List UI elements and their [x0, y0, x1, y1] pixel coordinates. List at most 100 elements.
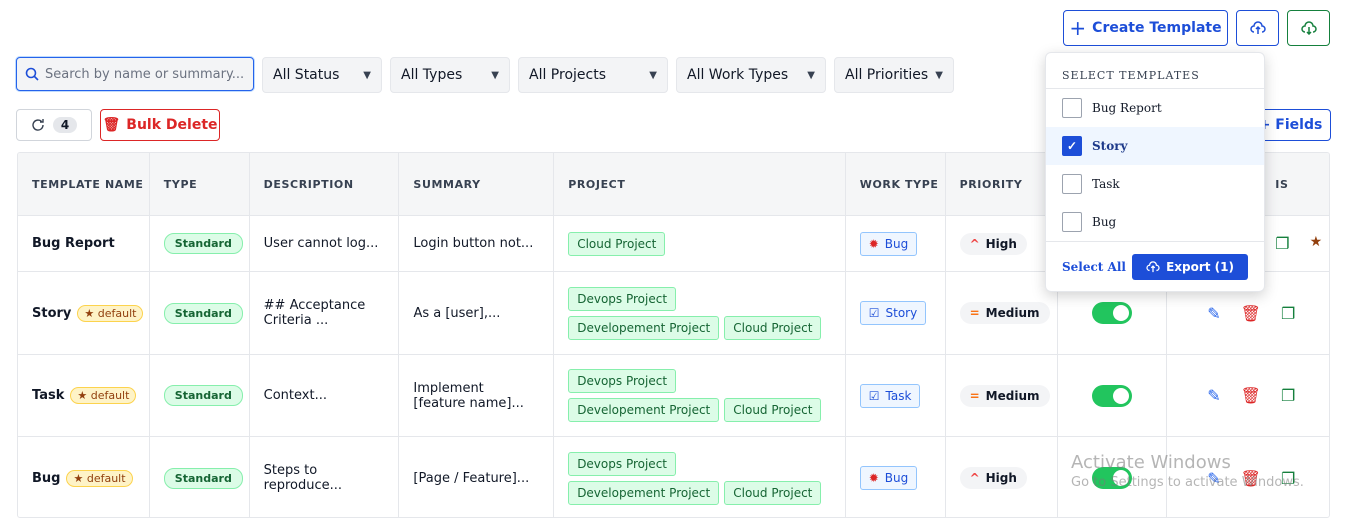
export-button[interactable]: Export (1)	[1132, 253, 1248, 280]
checkbox-checked[interactable]: ✓	[1062, 136, 1082, 156]
type-badge: Standard	[163, 467, 243, 489]
bulk-actions: 4 🗑 Bulk Delete	[16, 109, 220, 141]
filter-bar: Search by name or summary... All Status ▼…	[16, 57, 954, 93]
refresh-count: 4	[52, 117, 78, 133]
dropdown-item-label: Story	[1092, 139, 1128, 153]
bulk-delete-label: Bulk Delete	[126, 117, 218, 133]
type-badge: Standard	[163, 233, 243, 254]
template-name-cell: Story ★ default	[18, 272, 150, 354]
chevron-down-icon: ▼	[807, 69, 815, 81]
refresh-button[interactable]: 4	[16, 109, 92, 141]
type-badge: Standard	[163, 385, 243, 406]
bug-icon: ✹	[868, 471, 879, 485]
project-cell: Cloud Project	[554, 216, 846, 271]
dropdown-item-bug[interactable]: Bug	[1046, 203, 1264, 241]
download-button[interactable]	[1287, 10, 1330, 46]
priority-badge: = Medium	[959, 384, 1050, 407]
projects-select[interactable]: All Projects ▼	[518, 57, 668, 93]
project-tag: Devops Project	[568, 369, 677, 393]
work-type-label: Story	[885, 306, 918, 320]
summary-cell: Login button not...	[399, 216, 555, 271]
watermark-line2: Go to Settings to activate Windows.	[1071, 475, 1304, 490]
chevron-down-icon: ▼	[649, 69, 657, 81]
template-name: Task	[32, 388, 65, 403]
summary-cell: Implement [feature name]...	[399, 355, 555, 436]
trash-icon[interactable]: 🗑	[1241, 386, 1261, 405]
priority-cell: ^ High	[946, 437, 1059, 517]
project-cell: Devops Project Developement Project Clou…	[554, 355, 846, 436]
upload-button[interactable]	[1236, 10, 1279, 46]
status-select-value: All Status	[273, 67, 340, 83]
header-work-type: WORK TYPE	[846, 153, 946, 215]
copy-icon[interactable]: ❐	[1281, 304, 1295, 323]
checkbox-icon: ☑	[868, 388, 880, 403]
create-template-label: Create Template	[1092, 20, 1222, 36]
project-tag: Cloud Project	[724, 315, 822, 340]
type-cell: Standard	[150, 437, 250, 517]
copy-icon[interactable]: ❐	[1281, 386, 1295, 405]
template-name-cell: Bug Report	[18, 216, 150, 271]
trash-icon[interactable]: 🗑	[1241, 304, 1261, 323]
types-select[interactable]: All Types ▼	[390, 57, 510, 93]
default-badge: ★ default	[70, 387, 137, 404]
priority-badge: ^ High	[959, 232, 1027, 255]
checkbox[interactable]	[1062, 212, 1082, 232]
table-row[interactable]: Task ★ default Standard Context... Implem…	[18, 355, 1329, 437]
priorities-select-value: All Priorities	[845, 67, 929, 83]
default-badge: ★ default	[77, 304, 144, 322]
active-toggle[interactable]	[1092, 384, 1133, 407]
dropdown-item-task[interactable]: Task	[1046, 165, 1264, 203]
dropdown-item-label: Bug	[1092, 215, 1117, 229]
project-tag: Devops Project	[568, 451, 676, 476]
work-type-badge: ☑ Story	[859, 301, 927, 325]
header-template-name: TEMPLATE NAME	[18, 153, 150, 215]
equals-icon: =	[969, 306, 980, 320]
select-templates-dropdown: SELECT TEMPLATES Bug Report ✓ Story Task …	[1045, 52, 1265, 292]
refresh-icon	[32, 119, 44, 131]
header-actions-label: IS	[1275, 177, 1289, 191]
checkbox[interactable]	[1062, 174, 1082, 194]
header-priority: PRIORITY	[946, 153, 1059, 215]
bulk-delete-button[interactable]: 🗑 Bulk Delete	[100, 109, 220, 141]
header-type: TYPE	[150, 153, 250, 215]
edit-icon[interactable]: ✎	[1207, 304, 1220, 323]
copy-icon[interactable]: ❐	[1275, 234, 1289, 253]
star-icon[interactable]: ★	[1310, 234, 1323, 253]
cloud-upload-icon	[1146, 260, 1160, 272]
status-select[interactable]: All Status ▼	[262, 57, 382, 93]
work-type-label: Task	[885, 388, 912, 403]
projects-select-value: All Projects	[529, 67, 606, 83]
work-types-select[interactable]: All Work Types ▼	[676, 57, 826, 93]
template-name-cell: Bug ★ default	[18, 437, 150, 517]
work-type-badge: ☑ Task	[859, 383, 921, 408]
priorities-select[interactable]: All Priorities ▼	[834, 57, 954, 93]
project-tag: Cloud Project	[724, 398, 822, 422]
select-all-link[interactable]: Select All	[1062, 260, 1126, 274]
type-cell: Standard	[150, 355, 250, 436]
checkbox[interactable]	[1062, 98, 1082, 118]
work-type-badge: ✹ Bug	[859, 231, 918, 256]
priority-cell: ^ High	[946, 216, 1059, 271]
work-types-select-value: All Work Types	[687, 67, 789, 83]
chevron-up-icon: ^	[969, 471, 980, 485]
description-cell: ## Acceptance Criteria ...	[250, 272, 400, 354]
description-cell: Context...	[250, 355, 400, 436]
edit-icon[interactable]: ✎	[1207, 386, 1220, 405]
work-type-cell: ✹ Bug	[846, 216, 946, 271]
active-toggle[interactable]	[1092, 302, 1133, 324]
project-tag: Developement Project	[568, 480, 720, 505]
search-input[interactable]: Search by name or summary...	[16, 57, 254, 91]
description-cell: Steps to reproduce...	[250, 437, 400, 517]
project-cell: Devops Project Developement Project Clou…	[554, 437, 846, 517]
trash-icon: 🗑	[102, 117, 121, 133]
dropdown-item-story[interactable]: ✓ Story	[1046, 127, 1264, 165]
work-type-label: Bug	[884, 236, 909, 251]
dropdown-footer: Select All Export (1)	[1046, 241, 1264, 291]
dropdown-item-bug-report[interactable]: Bug Report	[1046, 89, 1264, 127]
create-template-button[interactable]: + Create Template	[1063, 10, 1228, 46]
chevron-up-icon: ^	[969, 236, 980, 251]
search-placeholder: Search by name or summary...	[45, 66, 245, 82]
actions-cell: ✎ 🗑 ❐	[1167, 355, 1329, 436]
template-name: Bug	[32, 470, 61, 486]
priority-label: High	[985, 236, 1017, 251]
